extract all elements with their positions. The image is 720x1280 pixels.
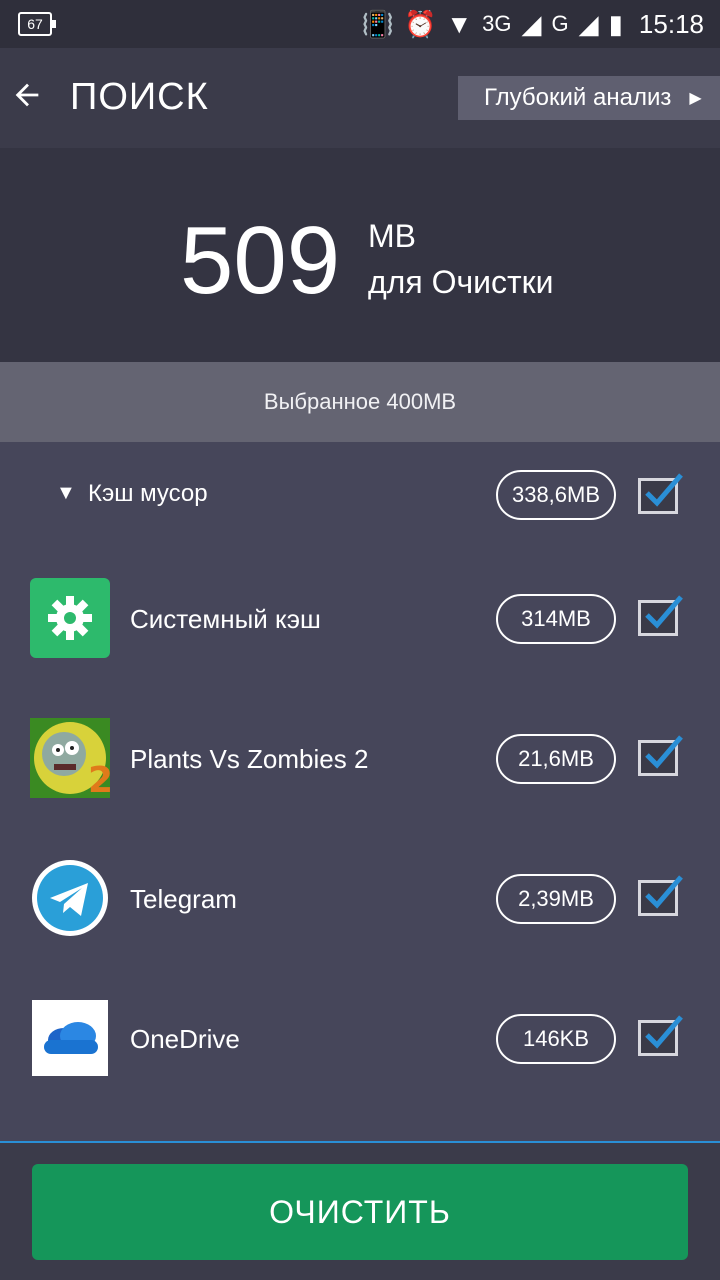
check-icon <box>645 875 683 909</box>
settings-gear-icon <box>30 578 110 658</box>
app-bar: ПОИСК Глубокий анализ ▶ <box>0 48 720 148</box>
list-item[interactable]: Системный кэш 314MB <box>0 558 720 678</box>
signal-icon: ◢ <box>521 8 542 39</box>
item-name: Системный кэш <box>130 604 321 634</box>
group-label: Кэш мусор <box>88 480 208 507</box>
network-3g-label: 3G <box>482 11 512 36</box>
junk-unit: MB <box>368 218 416 254</box>
status-icons: 📳 ⏰ ▼ 3G ◢ G ◢ ▮ 15:18 <box>362 8 704 40</box>
check-icon <box>645 1015 683 1049</box>
item-checkbox[interactable] <box>638 735 683 776</box>
check-icon <box>645 595 683 629</box>
vibrate-icon: 📳 <box>361 8 395 39</box>
item-size-pill: 21,6MB <box>496 734 616 784</box>
item-name: Plants Vs Zombies 2 <box>130 744 369 774</box>
item-name: OneDrive <box>130 1024 240 1054</box>
telegram-icon <box>30 858 110 938</box>
caret-down-icon[interactable]: ▼ <box>56 482 76 505</box>
wifi-icon: ▼ <box>446 8 473 39</box>
battery-percentage-badge: 67 <box>18 12 56 36</box>
list-item[interactable]: Telegram 2,39MB <box>0 838 720 958</box>
svg-text:2: 2 <box>88 760 110 798</box>
battery-charging-icon: ▮ <box>608 8 623 39</box>
selected-summary: Выбранное 400MB <box>0 362 720 442</box>
item-size-pill: 146KB <box>496 1014 616 1064</box>
item-name: Telegram <box>130 884 237 914</box>
plants-vs-zombies-icon: 2 <box>30 718 113 801</box>
item-checkbox[interactable] <box>638 875 683 916</box>
back-arrow-icon[interactable] <box>10 78 44 112</box>
junk-caption: для Очистки <box>368 264 554 300</box>
item-checkbox[interactable] <box>638 595 683 636</box>
selected-label: Выбранное 400MB <box>263 389 457 414</box>
clock: 15:18 <box>638 8 704 39</box>
page-title: ПОИСК <box>70 76 209 118</box>
junk-summary: 509 MB для Очистки <box>0 148 720 362</box>
deep-scan-label: Глубокий анализ <box>484 84 672 111</box>
item-checkbox[interactable] <box>638 1015 683 1056</box>
clean-button-label: ОЧИСТИТЬ <box>269 1193 451 1230</box>
footer: ОЧИСТИТЬ <box>0 1143 720 1280</box>
onedrive-icon <box>32 1000 108 1076</box>
item-size-pill: 314MB <box>496 594 616 644</box>
clean-button[interactable]: ОЧИСТИТЬ <box>32 1164 688 1260</box>
network-g-label: G <box>551 11 569 36</box>
chevron-right-icon: ▶ <box>689 90 702 107</box>
signal-icon: ◢ <box>578 8 599 39</box>
group-checkbox[interactable] <box>638 473 683 514</box>
junk-amount: 509 <box>180 207 341 314</box>
cache-junk-group[interactable]: ▼ Кэш мусор 338,6MB <box>0 436 720 556</box>
item-size-pill: 2,39MB <box>496 874 616 924</box>
check-icon <box>645 473 683 507</box>
group-size-pill: 338,6MB <box>496 470 616 520</box>
check-icon <box>645 735 683 769</box>
alarm-icon: ⏰ <box>404 8 437 39</box>
deep-scan-button[interactable]: Глубокий анализ ▶ <box>458 76 720 120</box>
status-bar: 67 📳 ⏰ ▼ 3G ◢ G ◢ ▮ 15:18 <box>0 0 720 48</box>
list-item[interactable]: 2 Plants Vs Zombies 2 21,6MB <box>0 698 720 818</box>
list-item[interactable]: OneDrive 146KB <box>0 978 720 1098</box>
